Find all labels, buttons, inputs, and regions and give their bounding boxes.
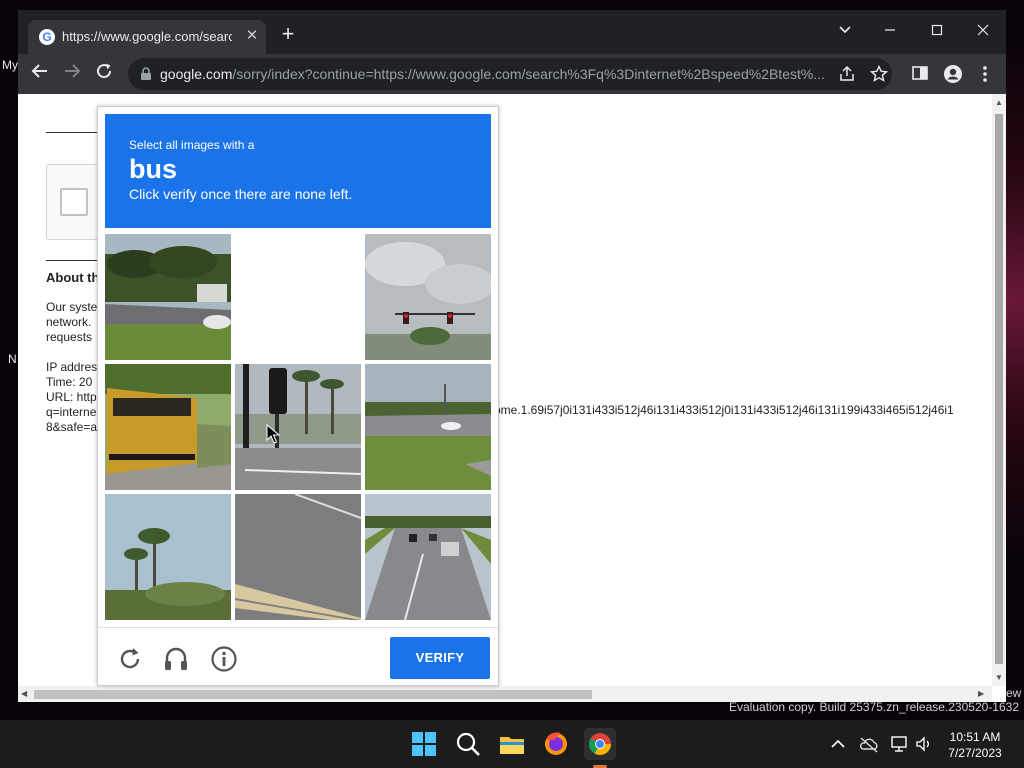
forward-arrow-icon[interactable] [59, 62, 85, 86]
windows-start-icon[interactable] [408, 728, 440, 760]
maximize-icon[interactable] [921, 16, 953, 44]
captcha-instructions: Select all images with a bus Click verif… [105, 114, 491, 228]
page-text-line: requests [46, 330, 93, 344]
desktop-icon-label[interactable]: N [8, 352, 17, 366]
horizontal-scroll-thumb[interactable] [34, 690, 592, 699]
page-text-line: network. [46, 315, 92, 329]
browser-toolbar: google.com/sorry/index?continue=https://… [18, 54, 1006, 94]
instruction-line: Select all images with a [129, 138, 255, 152]
share-icon[interactable] [838, 65, 856, 83]
captcha-tile-traffic-light-palms[interactable] [235, 364, 361, 490]
page-text-line: Our syste [46, 300, 98, 314]
network-icon[interactable] [890, 734, 910, 754]
long-url-fragment: ome.1.69i57j0i131i433i512j46i131i433i512… [494, 403, 954, 417]
scroll-up-icon[interactable]: ▲ [995, 98, 1003, 108]
url-line: URL: http [46, 390, 97, 404]
system-clock[interactable]: 10:51 AM 7/27/2023 [930, 729, 1020, 761]
captcha-tile-road-intersection[interactable] [365, 364, 491, 490]
mouse-cursor-icon [266, 423, 281, 449]
evaluation-watermark: Evaluation copy. Build 25375.zn_release.… [729, 700, 1019, 714]
ip-address-line: IP addres [46, 360, 98, 374]
menu-kebab-icon[interactable] [975, 64, 995, 84]
lock-icon[interactable] [140, 67, 152, 86]
bookmark-star-icon[interactable] [869, 64, 889, 83]
tab-title: https://www.google.com/search? [62, 29, 232, 44]
chevron-up-icon[interactable] [828, 734, 848, 754]
scroll-left-icon[interactable]: ◀ [21, 689, 27, 699]
watermark-edge-text: ew [1006, 686, 1022, 700]
close-window-icon[interactable] [967, 16, 999, 44]
captcha-tile-highway-cars[interactable] [365, 494, 491, 620]
google-favicon-icon: G [39, 29, 55, 45]
vertical-scroll-thumb[interactable] [995, 114, 1003, 664]
browser-tab[interactable]: G https://www.google.com/search? ✕ [28, 20, 266, 54]
footer-divider [98, 627, 498, 628]
minimize-icon[interactable] [874, 16, 906, 44]
firefox-icon[interactable] [540, 728, 572, 760]
tab-search-chevron-icon[interactable] [829, 16, 861, 44]
new-tab-icon[interactable]: + [276, 23, 300, 47]
address-bar[interactable]: google.com/sorry/index?continue=https://… [128, 58, 892, 90]
captcha-tile-crosswalk[interactable] [235, 494, 361, 620]
tab-close-icon[interactable]: ✕ [242, 26, 262, 46]
profile-avatar-icon[interactable] [943, 64, 963, 84]
back-arrow-icon[interactable] [27, 62, 53, 86]
url-text: google.com/sorry/index?continue=https://… [160, 66, 825, 82]
taskbar: 10:51 AM 7/27/2023 [0, 720, 1024, 768]
chrome-icon[interactable] [584, 728, 616, 760]
captcha-tile-school-bus[interactable] [105, 364, 231, 490]
clock-date: 7/27/2023 [948, 746, 1002, 760]
vertical-scrollbar[interactable]: ▲ ▼ [992, 94, 1006, 686]
captcha-tile-blank[interactable] [235, 234, 361, 360]
target-word: bus [129, 154, 178, 184]
verify-button[interactable]: VERIFY [390, 637, 490, 679]
captcha-tile-road-trees-car[interactable] [105, 234, 231, 360]
desktop-icon-label[interactable]: My [2, 58, 18, 72]
search-icon[interactable] [452, 728, 484, 760]
title-bar: G https://www.google.com/search? ✕ + [18, 10, 1006, 54]
reload-icon[interactable] [116, 645, 144, 673]
captcha-challenge: Select all images with a bus Click verif… [97, 106, 499, 686]
captcha-tile-traffic-lights-sky[interactable] [365, 234, 491, 360]
info-icon[interactable] [210, 645, 238, 673]
about-heading: About th [46, 270, 100, 285]
recaptcha-checkbox[interactable] [60, 188, 88, 216]
clock-time: 10:51 AM [949, 730, 1001, 744]
scroll-down-icon[interactable]: ▼ [995, 673, 1003, 683]
time-line: Time: 20 [46, 375, 93, 389]
side-panel-icon[interactable] [911, 64, 931, 84]
scroll-right-icon[interactable]: ▶ [978, 689, 984, 699]
file-explorer-icon[interactable] [496, 728, 528, 760]
url-line: 8&safe=a [46, 420, 98, 434]
url-line: q=interne [46, 405, 97, 419]
headphones-icon[interactable] [162, 645, 190, 673]
captcha-tile-palm-trees[interactable] [105, 494, 231, 620]
instruction-line: Click verify once there are none left. [129, 186, 353, 202]
captcha-image-grid [105, 234, 491, 620]
reload-icon[interactable] [91, 62, 117, 86]
onedrive-icon[interactable] [858, 734, 878, 754]
